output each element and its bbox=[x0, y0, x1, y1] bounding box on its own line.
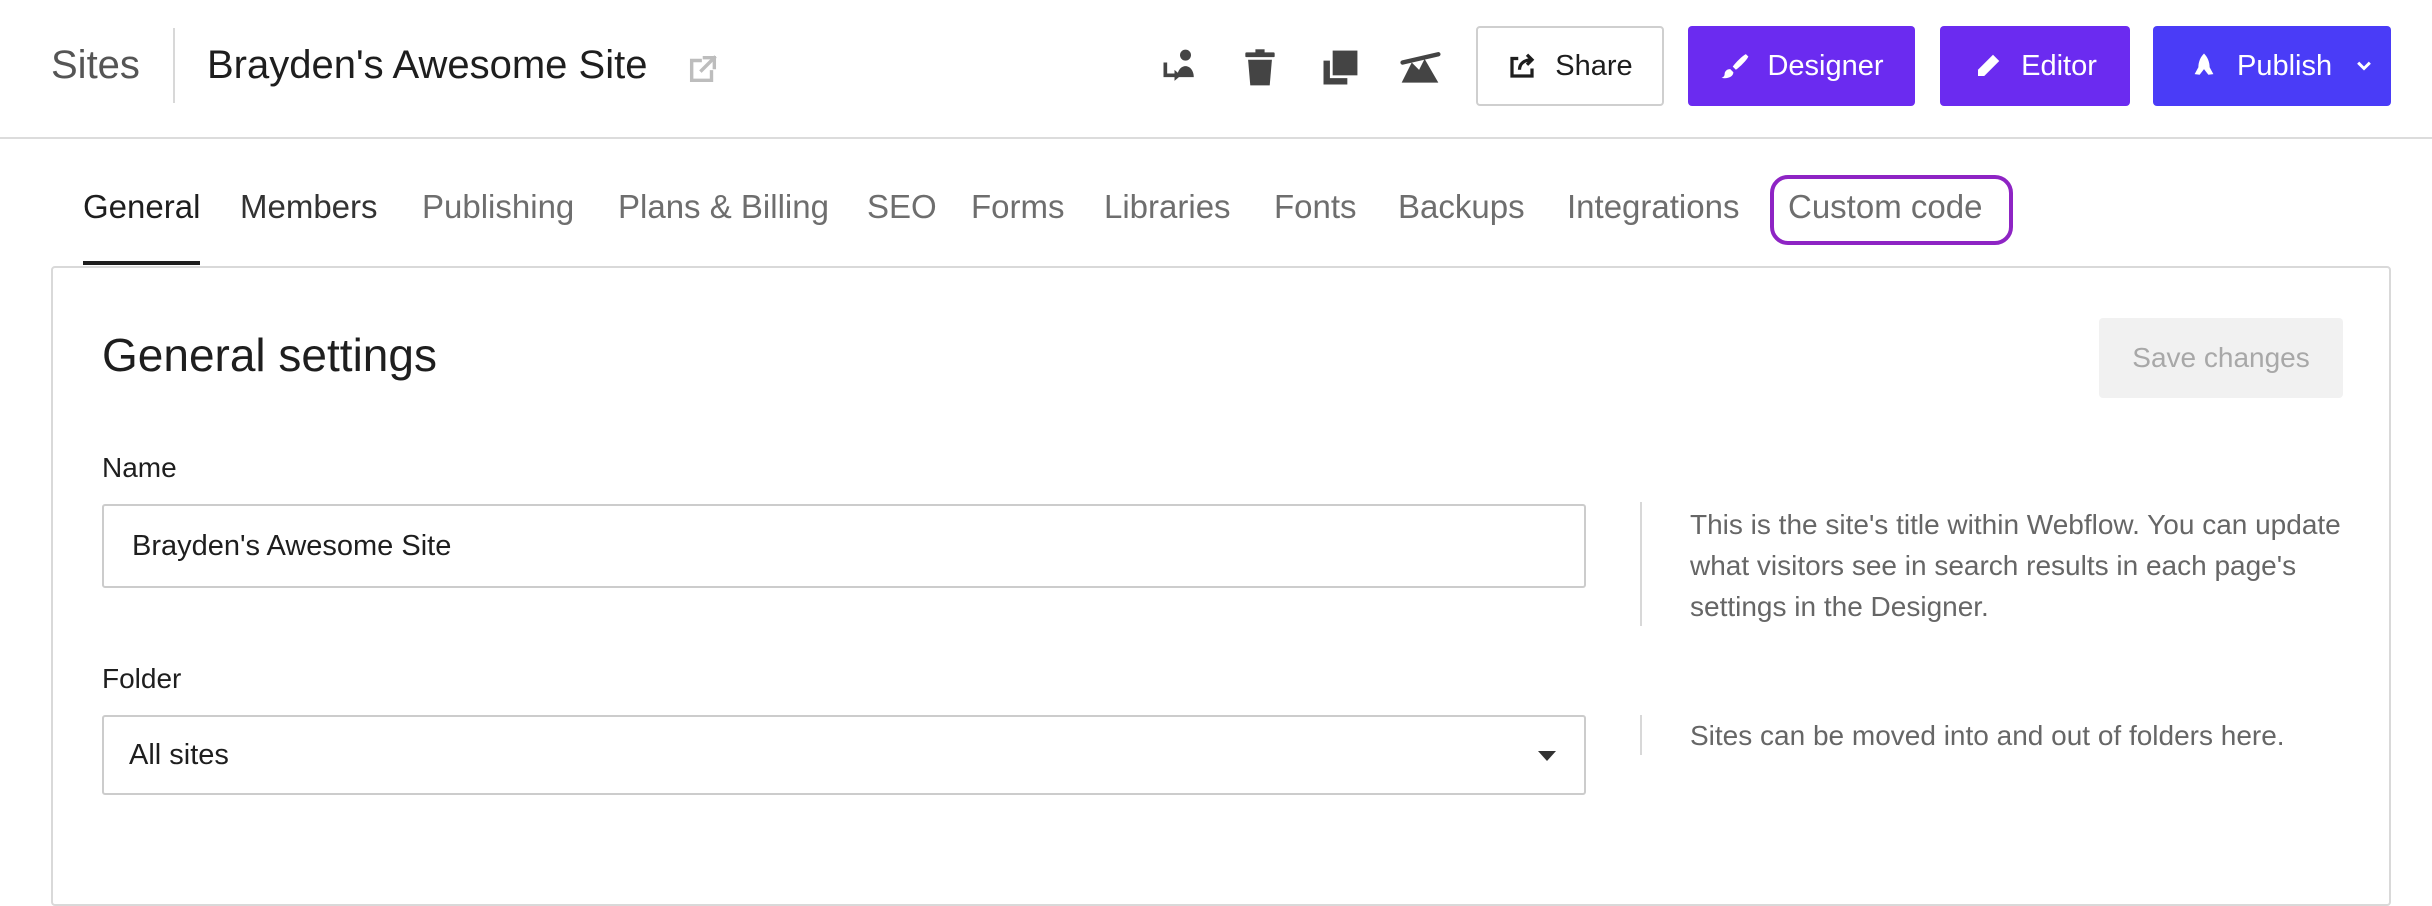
paintbrush-icon bbox=[1721, 54, 1749, 79]
pencil-icon bbox=[1978, 54, 2000, 76]
breadcrumb-divider bbox=[173, 28, 175, 103]
share-button-label: Share bbox=[1555, 49, 1633, 82]
chevron-down-icon[interactable] bbox=[2354, 56, 2374, 76]
caret-down-icon bbox=[1538, 751, 1556, 761]
designer-button-label: Designer bbox=[1767, 49, 1884, 82]
general-settings-panel: General settings Save changes Name This … bbox=[51, 266, 2391, 906]
folder-label: Folder bbox=[102, 663, 182, 694]
breadcrumb-sites-link[interactable]: Sites bbox=[51, 40, 140, 90]
duplicate-icon[interactable] bbox=[1316, 44, 1364, 92]
name-input[interactable] bbox=[102, 504, 1586, 588]
transfer-site-icon[interactable] bbox=[1156, 44, 1204, 92]
external-link-icon[interactable] bbox=[686, 52, 720, 86]
publish-button-label: Publish bbox=[2237, 49, 2333, 82]
share-icon bbox=[1510, 53, 1535, 78]
folder-help-text: Sites can be moved into and out of folde… bbox=[1690, 720, 2285, 751]
tab-plans-billing[interactable]: Plans & Billing bbox=[618, 185, 829, 229]
folder-select[interactable]: All sites bbox=[102, 715, 1586, 795]
help-divider bbox=[1640, 502, 1642, 626]
save-changes-button[interactable]: Save changes bbox=[2099, 318, 2343, 398]
tab-backups[interactable]: Backups bbox=[1398, 185, 1525, 229]
tab-integrations[interactable]: Integrations bbox=[1567, 185, 1739, 229]
tab-members[interactable]: Members bbox=[240, 185, 378, 229]
tab-publishing[interactable]: Publishing bbox=[422, 185, 574, 229]
rocket-icon bbox=[2194, 53, 2214, 75]
name-label: Name bbox=[102, 452, 177, 483]
settings-tabs: General Members Publishing Plans & Billi… bbox=[0, 140, 2432, 268]
tab-general[interactable]: General bbox=[83, 185, 200, 229]
share-button[interactable]: Share bbox=[1476, 26, 1664, 106]
top-bar: Sites Brayden's Awesome Site Share Desig… bbox=[0, 0, 2432, 139]
help-divider bbox=[1640, 715, 1642, 755]
publish-button[interactable]: Publish bbox=[2153, 26, 2391, 106]
trash-icon[interactable] bbox=[1236, 44, 1284, 92]
unpublish-icon[interactable] bbox=[1396, 44, 1444, 92]
name-help-text: This is the site's title within Webflow.… bbox=[1690, 509, 2341, 622]
active-tab-underline bbox=[83, 261, 200, 265]
designer-button[interactable]: Designer bbox=[1688, 26, 1915, 106]
tab-libraries[interactable]: Libraries bbox=[1104, 185, 1231, 229]
editor-button[interactable]: Editor bbox=[1940, 26, 2130, 106]
tab-custom-code[interactable]: Custom code bbox=[1788, 185, 1982, 229]
tab-forms[interactable]: Forms bbox=[971, 185, 1065, 229]
editor-button-label: Editor bbox=[2021, 49, 2097, 82]
tab-seo[interactable]: SEO bbox=[867, 185, 937, 229]
site-title: Brayden's Awesome Site bbox=[207, 43, 648, 87]
folder-select-value: All sites bbox=[129, 738, 229, 771]
page-title: General settings bbox=[102, 329, 437, 381]
tab-fonts[interactable]: Fonts bbox=[1274, 185, 1357, 229]
